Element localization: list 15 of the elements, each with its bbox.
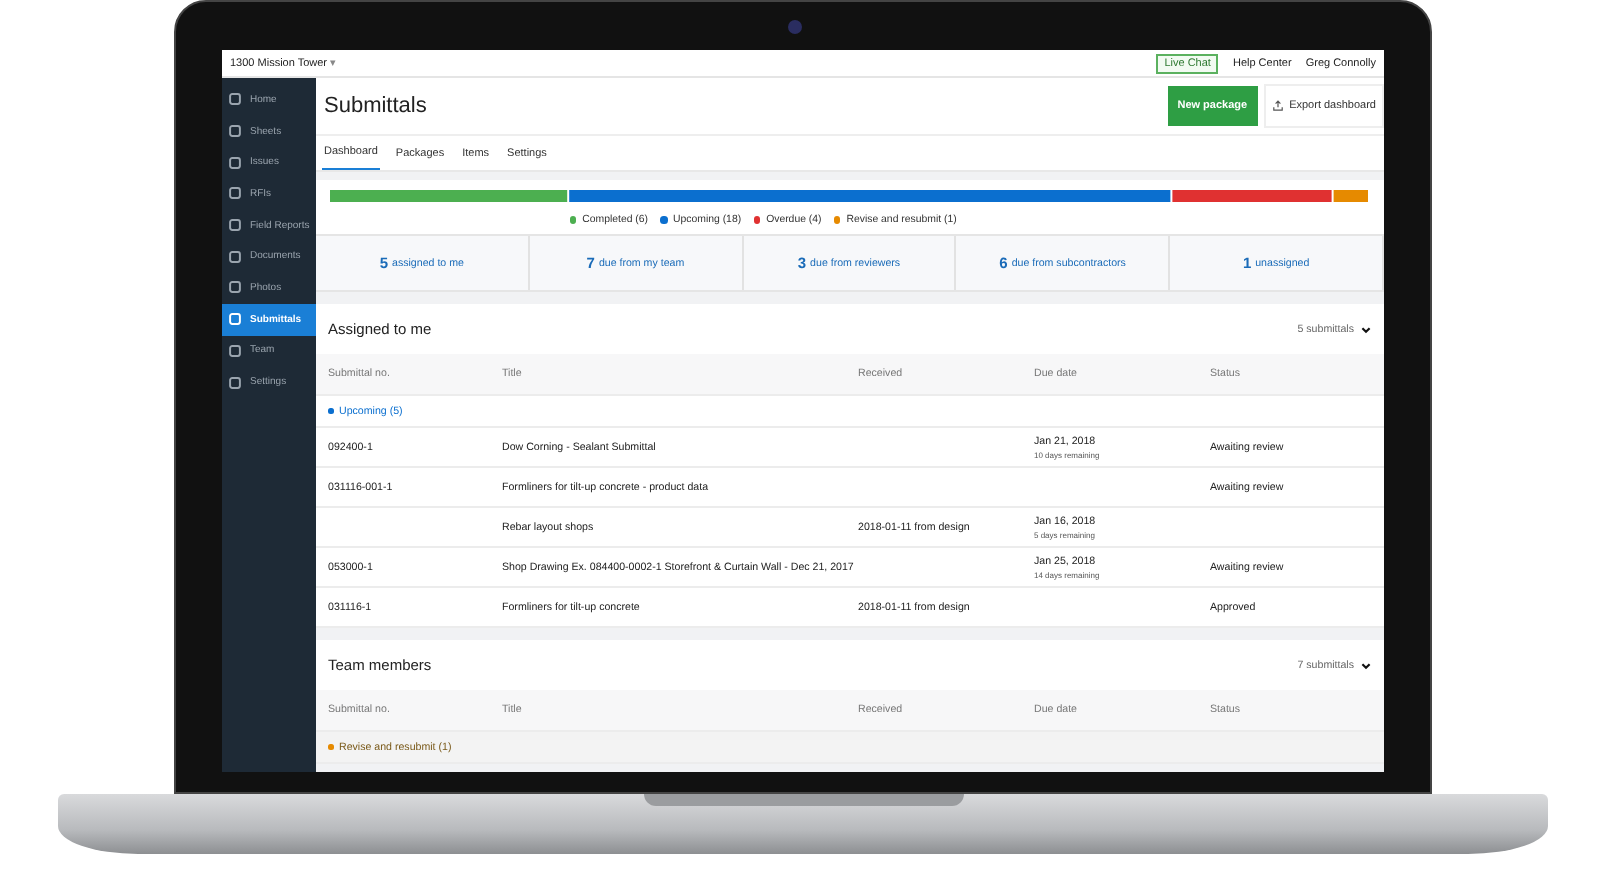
- nav-icon: [228, 249, 242, 264]
- chevron-down-icon: [1360, 659, 1372, 671]
- upload-icon: [1271, 100, 1284, 112]
- nav-icon: [228, 155, 242, 170]
- nav-icon: [228, 375, 242, 390]
- chevron-down-icon: [1360, 323, 1372, 335]
- camera-icon: [788, 20, 802, 34]
- nav-icon: [228, 124, 242, 139]
- nav-icon: [228, 92, 242, 107]
- nav-icon: [228, 280, 242, 295]
- page-title: Submittals: [324, 94, 427, 118]
- nav-icon: [228, 186, 242, 201]
- nav-icon: [228, 218, 242, 233]
- nav-icon: [228, 343, 242, 358]
- nav-icon: [228, 312, 242, 327]
